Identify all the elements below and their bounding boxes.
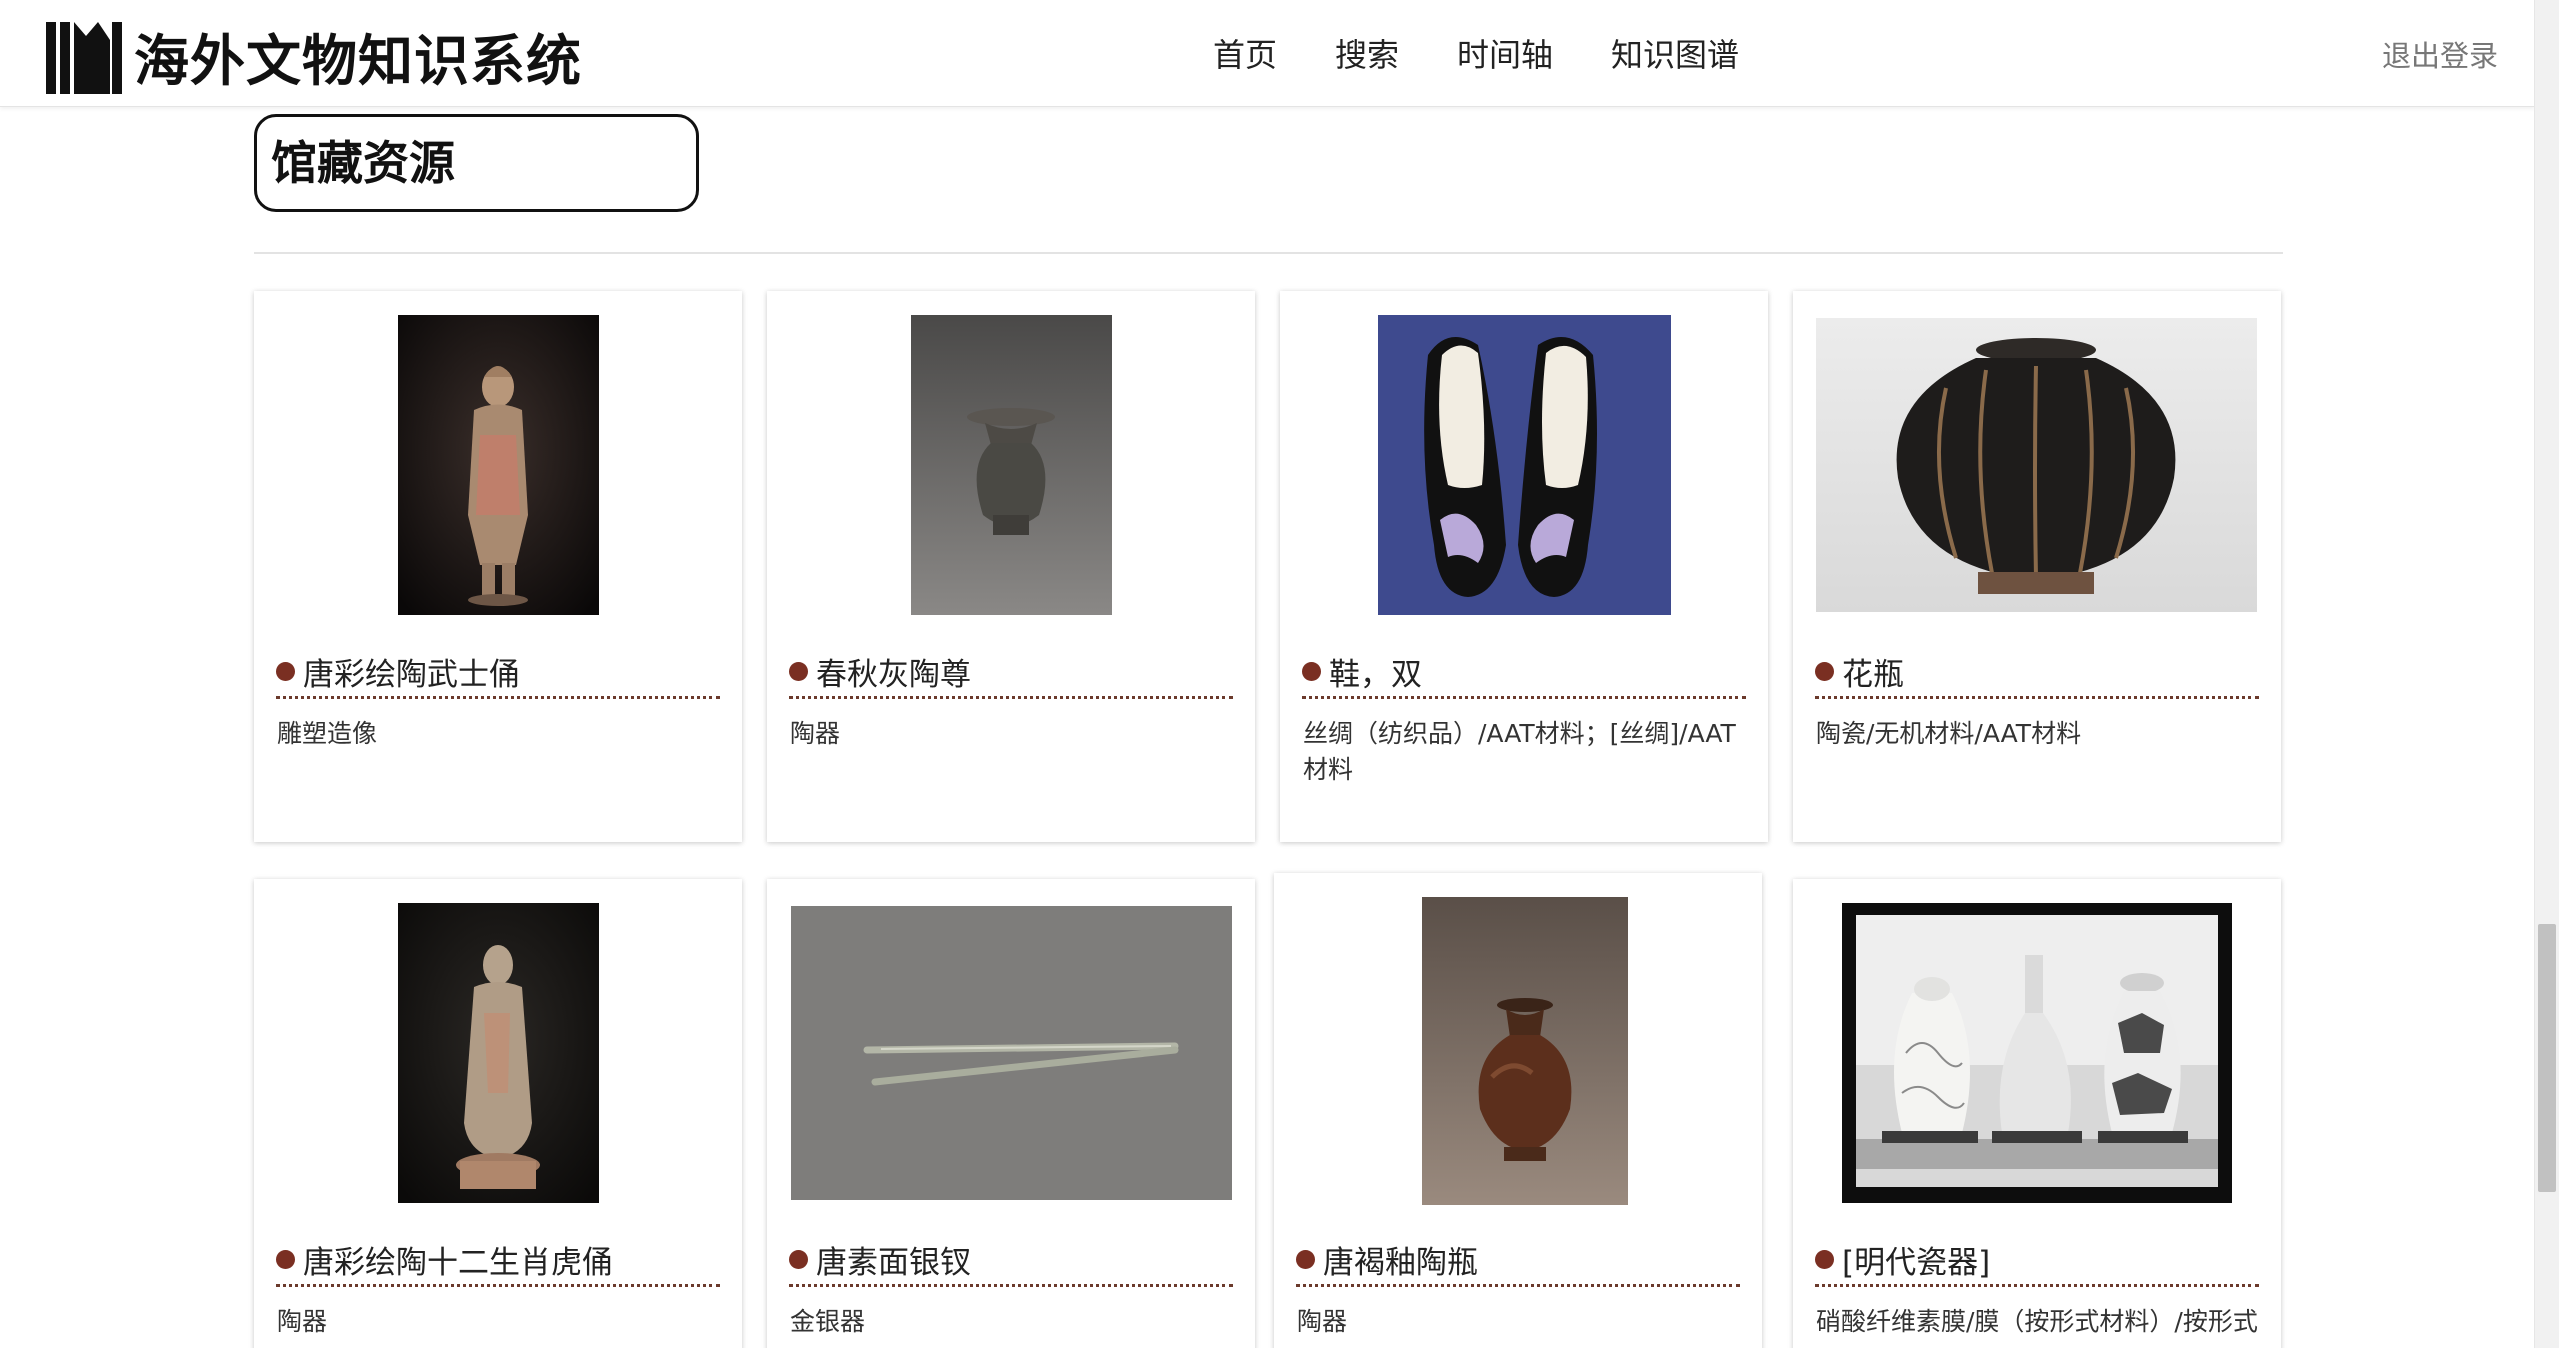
artifact-card[interactable]: 花瓶 陶瓷/无机材料/AAT材料 <box>1793 291 2281 842</box>
artifact-title-row: 唐褐釉陶瓶 <box>1296 1234 1740 1287</box>
top-header: 海外文物知识系统 首页 搜索 时间轴 知识图谱 退出登录 <box>0 0 2535 107</box>
site-logo[interactable]: 海外文物知识系统 <box>46 16 582 96</box>
logo-mark-icon <box>46 22 122 94</box>
artifact-category: 丝绸（纺织品）/AAT材料；[丝绸]/AAT材料 <box>1303 719 1736 784</box>
page: 海外文物知识系统 首页 搜索 时间轴 知识图谱 退出登录 馆藏资源 唐彩绘陶武士… <box>0 0 2559 1348</box>
artifact-card[interactable]: 鞋，双 丝绸（纺织品）/AAT材料；[丝绸]/AAT材料 <box>1280 291 1768 842</box>
artifact-title-row: 花瓶 <box>1815 646 2259 699</box>
section-title: 馆藏资源 <box>254 114 699 212</box>
artifact-image <box>1378 315 1671 615</box>
artifact-card[interactable]: 唐素面银钗 金银器 <box>767 879 1255 1348</box>
artifact-category: 陶器 <box>277 1307 328 1336</box>
artifact-title: 春秋灰陶尊 <box>816 656 971 693</box>
artifact-card[interactable]: 春秋灰陶尊 陶器 <box>767 291 1255 842</box>
bullet-dot-icon <box>1302 661 1321 681</box>
bullet-dot-icon <box>789 1249 808 1269</box>
bullet-dot-icon <box>1815 661 1834 681</box>
artifact-title: 唐素面银钗 <box>816 1244 971 1281</box>
artifact-image <box>1816 318 2257 612</box>
artifact-image <box>791 906 1232 1200</box>
artifact-image <box>1422 897 1628 1205</box>
artifact-title-row: [明代瓷器] <box>1815 1234 2259 1287</box>
artifact-title-row: 鞋，双 <box>1302 646 1746 699</box>
bullet-dot-icon <box>276 1249 295 1269</box>
artifact-title-row: 唐彩绘陶武士俑 <box>276 646 720 699</box>
nav-home[interactable]: 首页 <box>1213 30 1277 76</box>
scrollbar-thumb[interactable] <box>2538 924 2556 1192</box>
nav-knowledge-graph[interactable]: 知识图谱 <box>1611 30 1739 76</box>
logout-link[interactable]: 退出登录 <box>2382 33 2498 75</box>
bullet-dot-icon <box>276 661 295 681</box>
artifact-category: 金银器 <box>790 1307 866 1336</box>
artifact-card[interactable]: 唐彩绘陶武士俑 雕塑造像 <box>254 291 742 842</box>
bullet-dot-icon <box>789 661 808 681</box>
nav-search[interactable]: 搜索 <box>1335 30 1399 76</box>
artifact-category: 硝酸纤维素膜/膜（按形式材料）/按形式 <box>1816 1307 2258 1336</box>
vertical-scrollbar[interactable] <box>2534 0 2559 1348</box>
artifact-image <box>911 315 1112 615</box>
artifact-image <box>1842 903 2232 1203</box>
artifact-title: 唐彩绘陶十二生肖虎俑 <box>303 1244 613 1281</box>
nav-timeline[interactable]: 时间轴 <box>1457 30 1553 76</box>
site-title: 海外文物知识系统 <box>134 29 583 93</box>
artifact-card[interactable]: 唐彩绘陶十二生肖虎俑 陶器 <box>254 879 742 1348</box>
artifact-category: 陶器 <box>1297 1307 1348 1336</box>
artifact-title-row: 春秋灰陶尊 <box>789 646 1233 699</box>
artifact-title-row: 唐彩绘陶十二生肖虎俑 <box>276 1234 720 1287</box>
artifact-category: 陶器 <box>790 719 841 748</box>
artifact-card[interactable]: 唐褐釉陶瓶 陶器 <box>1274 873 1762 1348</box>
artifact-title: [明代瓷器] <box>1842 1244 1991 1281</box>
artifact-title: 花瓶 <box>1842 656 1904 693</box>
artifact-title: 唐褐釉陶瓶 <box>1323 1244 1478 1281</box>
bullet-dot-icon <box>1296 1249 1315 1269</box>
artifact-title: 唐彩绘陶武士俑 <box>303 656 520 693</box>
artifact-image <box>398 315 599 615</box>
bullet-dot-icon <box>1815 1249 1834 1269</box>
artifact-title-row: 唐素面银钗 <box>789 1234 1233 1287</box>
section-divider <box>254 252 2283 254</box>
artifact-image <box>398 903 599 1203</box>
artifact-category: 雕塑造像 <box>277 719 378 748</box>
artifact-title: 鞋，双 <box>1329 656 1422 693</box>
artifact-category: 陶瓷/无机材料/AAT材料 <box>1816 719 2082 748</box>
main-nav: 首页 搜索 时间轴 知识图谱 <box>1213 30 1797 76</box>
artifact-card[interactable]: [明代瓷器] 硝酸纤维素膜/膜（按形式材料）/按形式 <box>1793 879 2281 1348</box>
